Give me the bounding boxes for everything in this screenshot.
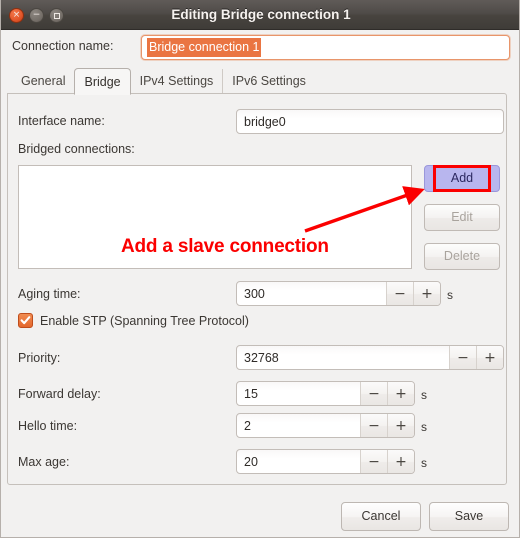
hello-time-increment-icon[interactable]: + [387,414,414,437]
aging-time-value[interactable]: 300 [237,282,386,305]
aging-time-unit: s [447,288,453,302]
tab-bridge[interactable]: Bridge [74,68,131,95]
priority-label: Priority: [18,351,61,365]
max-age-unit: s [421,456,427,470]
hello-time-spinner[interactable]: 2 − + [236,413,415,438]
edit-button[interactable]: Edit [424,204,500,231]
forward-delay-value[interactable]: 15 [237,382,360,405]
aging-time-label: Aging time: [18,287,81,301]
priority-decrement-icon[interactable]: − [449,346,476,369]
forward-delay-increment-icon[interactable]: + [387,382,414,405]
tab-ipv4-settings[interactable]: IPv4 Settings [131,69,223,94]
priority-increment-icon[interactable]: + [476,346,503,369]
tab-ipv6-settings-label: IPv6 Settings [232,74,306,88]
forward-delay-unit: s [421,388,427,402]
hello-time-decrement-icon[interactable]: − [360,414,387,437]
tab-general-label: General [21,74,66,88]
connection-name-value: Bridge connection 1 [147,38,261,57]
settings-tabs: General Bridge IPv4 Settings IPv6 Settin… [12,68,315,95]
aging-time-increment-icon[interactable]: + [413,282,440,305]
tab-ipv6-settings[interactable]: IPv6 Settings [222,69,315,94]
max-age-value[interactable]: 20 [237,450,360,473]
max-age-spinner[interactable]: 20 − + [236,449,415,474]
max-age-label: Max age: [18,455,70,469]
tab-ipv4-settings-label: IPv4 Settings [139,74,214,88]
max-age-decrement-icon[interactable]: − [360,450,387,473]
annotation-arrow-icon [304,186,425,233]
bridged-connections-label: Bridged connections: [18,142,135,156]
aging-time-spinner[interactable]: 300 − + [236,281,441,306]
window-title: Editing Bridge connection 1 [171,7,351,22]
forward-delay-spinner[interactable]: 15 − + [236,381,415,406]
save-button[interactable]: Save [429,502,509,531]
cancel-button[interactable]: Cancel [341,502,421,531]
hello-time-unit: s [421,420,427,434]
enable-stp-checkbox-row[interactable]: Enable STP (Spanning Tree Protocol) [18,313,249,328]
hello-time-label: Hello time: [18,419,78,433]
add-button-label: Add [450,171,474,185]
connection-name-input[interactable]: Bridge connection 1 [141,35,510,60]
forward-delay-label: Forward delay: [18,387,101,401]
priority-value[interactable]: 32768 [237,346,449,369]
forward-delay-decrement-icon[interactable]: − [360,382,387,405]
cancel-button-label: Cancel [361,509,401,523]
hello-time-value[interactable]: 2 [237,414,360,437]
window-titlebar: × − Editing Bridge connection 1 [1,0,519,30]
tab-bridge-label: Bridge [84,75,121,89]
max-age-increment-icon[interactable]: + [387,450,414,473]
enable-stp-label: Enable STP (Spanning Tree Protocol) [40,313,249,328]
add-button[interactable]: Add [424,165,500,192]
interface-name-label: Interface name: [18,114,105,128]
checkbox-checked-icon[interactable] [18,313,33,328]
tab-general[interactable]: General [12,69,74,94]
priority-spinner[interactable]: 32768 − + [236,345,504,370]
delete-button-label: Delete [443,249,481,263]
interface-name-value: bridge0 [244,114,286,129]
save-button-label: Save [454,509,484,523]
interface-name-input[interactable]: bridge0 [236,109,504,134]
aging-time-decrement-icon[interactable]: − [386,282,413,305]
delete-button[interactable]: Delete [424,243,500,270]
editing-bridge-connection-dialog: × − Editing Bridge connection 1 Connecti… [0,0,520,538]
edit-button-label: Edit [451,210,473,224]
connection-name-label: Connection name: [12,39,114,53]
